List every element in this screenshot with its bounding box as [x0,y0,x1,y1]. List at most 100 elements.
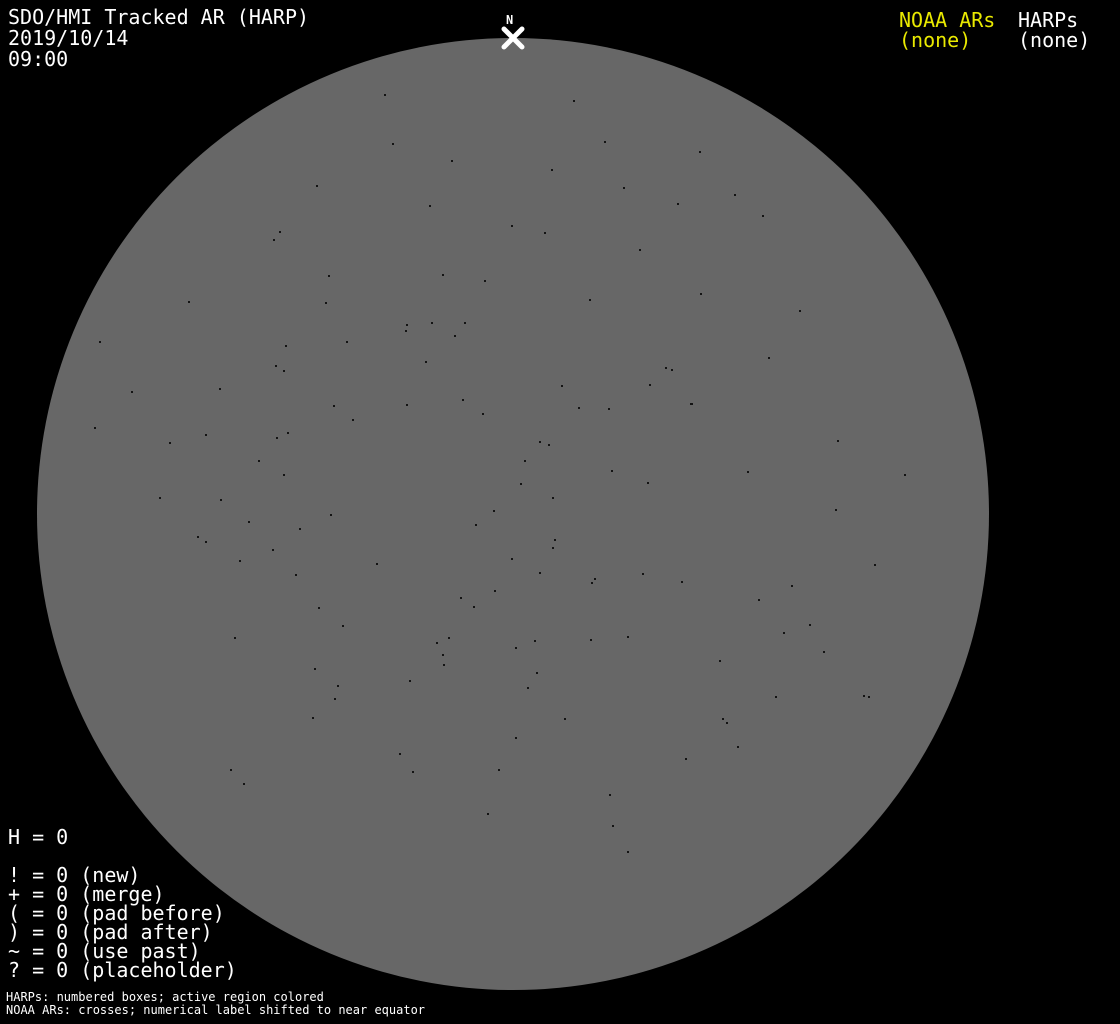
magnetic-speckle [275,365,277,367]
magnetic-speckle [511,225,513,227]
magnetic-speckle [337,685,339,687]
solar-disk [37,38,989,990]
footer-caption: HARPs: numbered boxes; active region col… [6,991,425,1017]
legend-item-placeholder: ? = 0 (placeholder) [8,958,237,982]
magnetic-speckle [612,825,614,827]
magnetic-speckle [442,654,444,656]
magnetic-speckle [287,432,289,434]
magnetic-speckle [230,769,232,771]
magnetic-speckle [239,560,241,562]
magnetic-speckle [747,471,749,473]
magnetic-speckle [775,696,777,698]
magnetic-speckle [328,275,330,277]
magnetic-speckle [590,639,592,641]
magnetic-speckle [515,647,517,649]
magnetic-speckle [352,419,354,421]
magnetic-speckle [551,169,553,171]
noaa-ars-value: (none) [899,28,972,52]
magnetic-speckle [681,581,683,583]
magnetic-speckle [649,384,651,386]
magnetic-speckle [279,231,281,233]
magnetic-speckle [609,794,611,796]
magnetic-speckle [94,427,96,429]
magnetic-speckle [762,215,764,217]
magnetic-speckle [448,637,450,639]
magnetic-speckle [552,547,554,549]
magnetic-speckle [436,642,438,644]
magnetic-speckle [573,100,575,102]
magnetic-speckle [639,249,641,251]
magnetic-speckle [406,324,408,326]
magnetic-speckle [835,509,837,511]
magnetic-speckle [482,413,484,415]
magnetic-speckle [487,813,489,815]
magnetic-speckle [384,94,386,96]
magnetic-speckle [493,510,495,512]
magnetic-speckle [548,444,550,446]
magnetic-speckle [539,441,541,443]
magnetic-speckle [737,746,739,748]
magnetic-speckle [768,357,770,359]
magnetic-speckle [799,310,801,312]
magnetic-speckle [527,687,529,689]
magnetic-speckle [464,322,466,324]
magnetic-speckle [405,330,407,332]
magnetic-speckle [524,460,526,462]
magnetic-speckle [837,440,839,442]
magnetic-speckle [783,632,785,634]
magnetic-speckle [623,187,625,189]
magnetic-speckle [131,391,133,393]
magnetic-speckle [552,497,554,499]
magnetic-speckle [494,590,496,592]
magnetic-speckle [539,572,541,574]
magnetic-speckle [699,151,701,153]
magnetic-speckle [205,434,207,436]
magnetic-speckle [520,483,522,485]
magnetic-speckle [425,361,427,363]
magnetic-speckle [325,302,327,304]
magnetic-speckle [412,771,414,773]
magnetic-speckle [219,388,221,390]
magnetic-speckle [376,563,378,565]
magnetic-speckle [454,335,456,337]
magnetic-speckle [342,625,344,627]
magnetic-speckle [443,664,445,666]
magnetic-speckle [431,322,433,324]
magnetic-speckle [534,640,536,642]
magnetic-speckle [685,758,687,760]
magnetic-speckle [273,239,275,241]
magnetic-speckle [544,232,546,234]
magnetic-speckle [627,636,629,638]
magnetic-speckle [243,783,245,785]
magnetic-speckle [314,668,316,670]
magnetic-speckle [318,607,320,609]
magnetic-speckle [691,403,693,405]
magnetic-speckle [722,718,724,720]
magnetic-speckle [462,399,464,401]
frame-time: 09:00 [8,47,69,71]
magnetic-speckle [234,637,236,639]
magnetic-speckle [591,582,593,584]
noaa-ars-column: NOAA ARs (none) [899,10,995,50]
magnetic-speckle [511,558,513,560]
magnetic-speckle [169,442,171,444]
magnetic-speckle [578,407,580,409]
magnetic-speckle [868,696,870,698]
magnetic-speckle [409,680,411,682]
north-cross-icon [501,26,525,50]
magnetic-speckle [272,549,274,551]
magnetic-speckle [220,499,222,501]
footer-line-noaa: NOAA ARs: crosses; numerical label shift… [6,1003,426,1017]
magnetic-speckle [346,341,348,343]
magnetic-speckle [594,578,596,580]
magnetic-speckle [188,301,190,303]
magnetic-speckle [197,536,199,538]
title-block: SDO/HMI Tracked AR (HARP) 2019/10/14 09:… [8,7,309,70]
footer-line-harps: HARPs: numbered boxes; active region col… [6,990,324,1004]
magnetic-speckle [299,528,301,530]
magnetic-speckle [473,606,475,608]
magnetic-speckle [330,514,332,516]
magnetic-speckle [677,203,679,205]
magnetic-speckle [561,385,563,387]
magnetic-speckle [484,280,486,282]
